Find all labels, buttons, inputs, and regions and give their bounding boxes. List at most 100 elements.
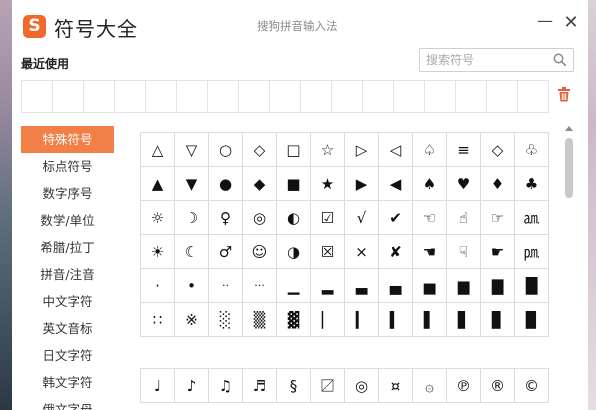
minimize-button[interactable]: — [536, 13, 554, 32]
symbol-cell[interactable]: ☼ [141, 201, 175, 235]
symbol-cell[interactable]: · [141, 269, 175, 303]
symbol-cell[interactable]: ♦ [481, 167, 515, 201]
symbol-cell[interactable]: ▆ [447, 269, 481, 303]
scroll-up-arrow-icon[interactable] [565, 126, 573, 131]
search-input[interactable] [426, 51, 546, 69]
symbol-cell[interactable]: ♬ [243, 369, 277, 403]
symbol-cell[interactable]: ✔ [379, 201, 413, 235]
symbol-cell[interactable]: ··· [243, 269, 277, 303]
symbol-cell[interactable]: ㏘ [515, 235, 549, 269]
symbol-cell[interactable]: ☚ [413, 235, 447, 269]
symbol-cell[interactable]: ☝ [447, 201, 481, 235]
symbol-cell[interactable]: ▏ [311, 303, 345, 337]
symbol-cell[interactable]: ▎ [345, 303, 379, 337]
symbol-cell[interactable]: ☞ [481, 201, 515, 235]
category-item[interactable]: 俄文字母 [21, 396, 114, 410]
symbol-cell[interactable]: ¤ [379, 369, 413, 403]
recent-slot[interactable] [53, 81, 84, 113]
symbol-cell[interactable]: ☆ [311, 133, 345, 167]
recent-slot[interactable] [177, 81, 208, 113]
scrollbar[interactable] [563, 126, 575, 410]
symbol-cell[interactable]: 〼 [311, 369, 345, 403]
symbol-cell[interactable]: ♤ [413, 133, 447, 167]
symbol-cell[interactable]: ○ [209, 133, 243, 167]
symbol-cell[interactable]: ▍ [379, 303, 413, 337]
symbol-cell[interactable]: ㏂ [515, 201, 549, 235]
symbol-cell[interactable]: ♠ [413, 167, 447, 201]
symbol-cell[interactable]: © [515, 369, 549, 403]
symbol-cell[interactable]: ☾ [175, 235, 209, 269]
symbol-cell[interactable]: ▇ [481, 269, 515, 303]
recent-slot[interactable] [456, 81, 487, 113]
search-box[interactable] [419, 48, 574, 72]
symbol-cell[interactable]: ▃ [345, 269, 379, 303]
symbol-cell[interactable]: ☽ [175, 201, 209, 235]
category-item[interactable]: 韩文字符 [21, 369, 114, 396]
symbol-cell[interactable]: ▓ [277, 303, 311, 337]
symbol-cell[interactable]: ▽ [175, 133, 209, 167]
category-item[interactable]: 数字序号 [21, 180, 114, 207]
recent-slot[interactable] [332, 81, 363, 113]
symbol-cell[interactable]: ℗ [447, 369, 481, 403]
symbol-cell[interactable]: ♀ [209, 201, 243, 235]
symbol-cell[interactable]: ◐ [277, 201, 311, 235]
recent-slot[interactable] [239, 81, 270, 113]
symbol-cell[interactable]: ▲ [141, 167, 175, 201]
symbol-cell[interactable]: ♩ [141, 369, 175, 403]
symbol-cell[interactable]: ♧ [515, 133, 549, 167]
symbol-cell[interactable]: ≡ [447, 133, 481, 167]
category-item[interactable]: 标点符号 [21, 153, 114, 180]
symbol-cell[interactable]: ▂ [311, 269, 345, 303]
category-item[interactable]: 数学/单位 [21, 207, 114, 234]
symbol-cell[interactable]: △ [141, 133, 175, 167]
symbol-cell[interactable]: ☛ [481, 235, 515, 269]
symbol-cell[interactable]: ۞ [413, 369, 447, 403]
symbol-cell[interactable]: ◑ [277, 235, 311, 269]
symbol-cell[interactable]: ▷ [345, 133, 379, 167]
recent-slot[interactable] [425, 81, 456, 113]
symbol-cell[interactable]: ◆ [243, 167, 277, 201]
symbol-cell[interactable]: ◇ [243, 133, 277, 167]
symbol-cell[interactable]: ▅ [413, 269, 447, 303]
symbol-cell[interactable]: ☜ [413, 201, 447, 235]
recent-slot[interactable] [84, 81, 115, 113]
recent-slot[interactable] [115, 81, 146, 113]
symbol-cell[interactable]: ♪ [175, 369, 209, 403]
symbol-cell[interactable]: ▉ [515, 303, 549, 337]
symbol-cell[interactable]: ▄ [379, 269, 413, 303]
recent-slot[interactable] [394, 81, 425, 113]
symbol-cell[interactable]: ◁ [379, 133, 413, 167]
symbol-cell[interactable]: □ [277, 133, 311, 167]
category-item[interactable]: 拼音/注音 [21, 261, 114, 288]
recent-slot[interactable] [270, 81, 301, 113]
recent-slot[interactable] [301, 81, 332, 113]
symbol-cell[interactable]: ▋ [447, 303, 481, 337]
symbol-cell[interactable]: ■ [277, 167, 311, 201]
symbol-cell[interactable]: ▊ [481, 303, 515, 337]
close-button[interactable]: ✕ [562, 14, 580, 32]
symbol-cell[interactable]: ▶ [345, 167, 379, 201]
symbol-cell[interactable]: ◀ [379, 167, 413, 201]
symbol-cell[interactable]: ░ [209, 303, 243, 337]
symbol-cell[interactable]: ☒ [311, 235, 345, 269]
symbol-cell[interactable]: ★ [311, 167, 345, 201]
trash-icon[interactable] [557, 87, 571, 102]
symbol-cell[interactable]: ∷ [141, 303, 175, 337]
category-item[interactable]: 希腊/拉丁 [21, 234, 114, 261]
symbol-cell[interactable]: ♥ [447, 167, 481, 201]
category-item[interactable]: 中文字符 [21, 288, 114, 315]
symbol-cell[interactable]: ☑ [311, 201, 345, 235]
recent-slot[interactable] [146, 81, 177, 113]
recent-slot[interactable] [487, 81, 518, 113]
symbol-cell[interactable]: ☟ [447, 235, 481, 269]
symbol-cell[interactable]: ♂ [209, 235, 243, 269]
symbol-cell[interactable]: √ [345, 201, 379, 235]
symbol-cell[interactable]: ● [209, 167, 243, 201]
symbol-cell[interactable]: ※ [175, 303, 209, 337]
recent-slot[interactable] [208, 81, 239, 113]
recent-slot[interactable] [518, 81, 549, 113]
search-icon[interactable] [553, 53, 567, 67]
recent-slot[interactable] [22, 81, 53, 113]
symbol-cell[interactable]: ✘ [379, 235, 413, 269]
scrollbar-thumb[interactable] [565, 138, 573, 198]
